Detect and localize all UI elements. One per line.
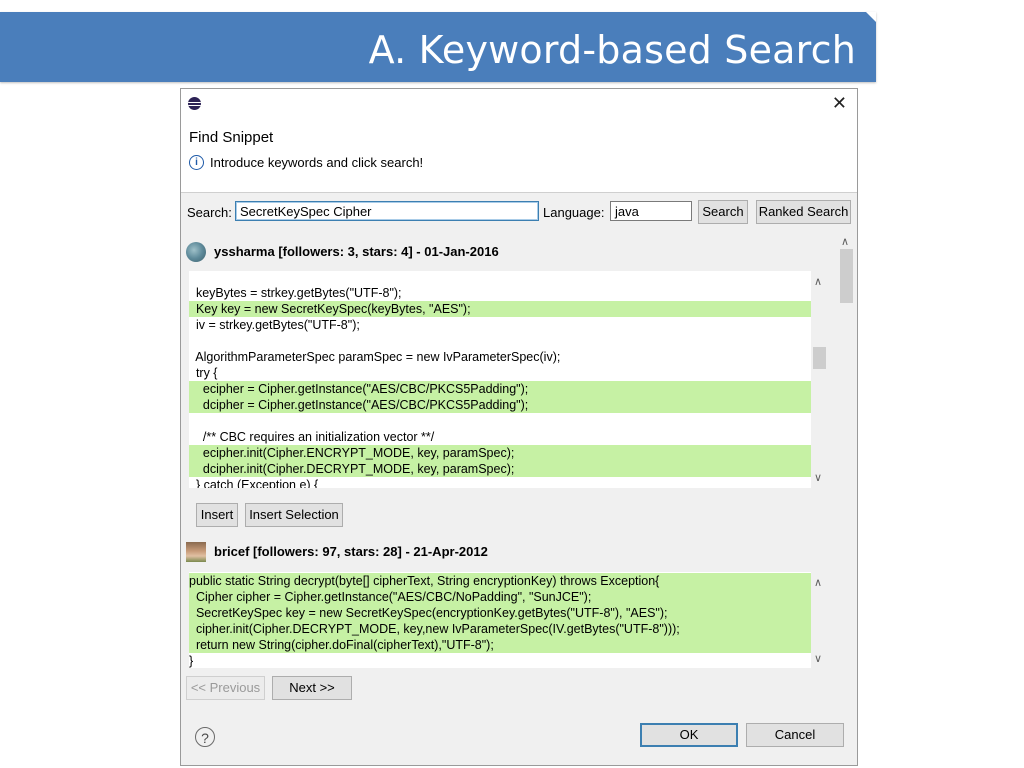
code-line[interactable]: dcipher.init(Cipher.DECRYPT_MODE, key, p… — [189, 461, 811, 477]
code-line[interactable]: AlgorithmParameterSpec paramSpec = new I… — [189, 349, 811, 365]
code-line[interactable]: public static String decrypt(byte[] ciph… — [189, 573, 811, 589]
result-2-scrollbar[interactable]: ∧ ∨ — [811, 572, 828, 668]
close-icon[interactable]: ✕ — [832, 93, 847, 114]
code-line[interactable]: try { — [189, 365, 811, 381]
avatar — [186, 242, 206, 262]
slide-banner: A. Keyword-based Search — [0, 12, 876, 82]
code-line[interactable] — [189, 271, 811, 285]
chevron-up-icon[interactable]: ∧ — [814, 576, 822, 589]
find-snippet-dialog: ✕ Find Snippet i Introduce keywords and … — [180, 88, 858, 766]
dialog-header: ✕ Find Snippet i Introduce keywords and … — [181, 89, 857, 193]
code-line[interactable] — [189, 333, 811, 349]
result-1-scrollbar[interactable]: ∧ ∨ — [811, 271, 828, 488]
result-1-scroll-thumb[interactable] — [813, 347, 826, 369]
search-input[interactable]: SecretKeySpec Cipher — [235, 201, 539, 221]
chevron-down-icon[interactable]: ∨ — [814, 652, 822, 665]
dialog-title: Find Snippet — [189, 129, 274, 146]
code-line[interactable] — [189, 413, 811, 429]
code-line[interactable]: } — [189, 653, 811, 668]
info-icon: i — [189, 155, 204, 170]
result-2-code[interactable]: public static String decrypt(byte[] ciph… — [189, 572, 811, 668]
code-line[interactable]: cipher.init(Cipher.DECRYPT_MODE, key,new… — [189, 621, 811, 637]
results-scroll-thumb[interactable] — [840, 249, 853, 303]
code-line[interactable]: iv = strkey.getBytes("UTF-8"); — [189, 317, 811, 333]
insert-button[interactable]: Insert — [196, 503, 238, 527]
previous-button[interactable]: << Previous — [186, 676, 265, 700]
code-line[interactable]: return new String(cipher.doFinal(cipherT… — [189, 637, 811, 653]
next-button[interactable]: Next >> — [272, 676, 352, 700]
result-1-code[interactable]: keyBytes = strkey.getBytes("UTF-8"); Key… — [189, 271, 811, 488]
language-input[interactable]: java — [610, 201, 692, 221]
ok-button[interactable]: OK — [640, 723, 738, 747]
code-line[interactable]: SecretKeySpec key = new SecretKeySpec(en… — [189, 605, 811, 621]
result-2-user: bricef [followers: 97, stars: 28] - 21-A… — [214, 544, 488, 559]
code-line[interactable]: dcipher = Cipher.getInstance("AES/CBC/PK… — [189, 397, 811, 413]
avatar — [186, 542, 206, 562]
chevron-down-icon[interactable]: ∨ — [814, 471, 822, 484]
help-icon[interactable]: ? — [195, 727, 215, 747]
cancel-button[interactable]: Cancel — [746, 723, 844, 747]
search-label: Search: — [187, 205, 232, 220]
code-line[interactable]: } catch (Exception e) { — [189, 477, 811, 488]
result-1-user: yssharma [followers: 3, stars: 4] - 01-J… — [214, 244, 499, 259]
code-line[interactable]: keyBytes = strkey.getBytes("UTF-8"); — [189, 285, 811, 301]
search-button[interactable]: Search — [698, 200, 748, 224]
code-line[interactable]: /** CBC requires an initialization vecto… — [189, 429, 811, 445]
code-line[interactable]: Cipher cipher = Cipher.getInstance("AES/… — [189, 589, 811, 605]
results-scrollbar[interactable]: ∧ — [838, 235, 855, 665]
code-line[interactable]: Key key = new SecretKeySpec(keyBytes, "A… — [189, 301, 811, 317]
insert-selection-button[interactable]: Insert Selection — [245, 503, 343, 527]
code-line[interactable]: ecipher.init(Cipher.ENCRYPT_MODE, key, p… — [189, 445, 811, 461]
language-label: Language: — [543, 205, 605, 220]
ranked-search-button[interactable]: Ranked Search — [756, 200, 851, 224]
slide-title: A. Keyword-based Search — [368, 28, 856, 72]
code-line[interactable]: ecipher = Cipher.getInstance("AES/CBC/PK… — [189, 381, 811, 397]
info-message: Introduce keywords and click search! — [210, 155, 424, 170]
chevron-up-icon[interactable]: ∧ — [814, 275, 822, 288]
banner-corner-fold — [866, 12, 876, 22]
eclipse-icon — [188, 97, 201, 110]
chevron-up-icon[interactable]: ∧ — [841, 235, 849, 248]
